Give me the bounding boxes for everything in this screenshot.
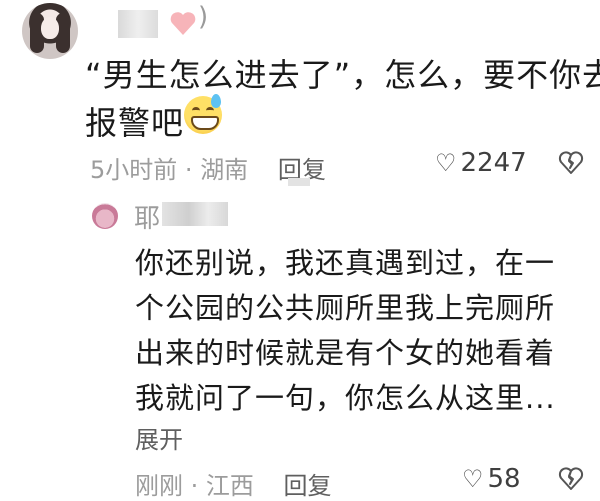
blurred-artifact bbox=[288, 178, 310, 186]
comment-time: 5小时前 bbox=[90, 156, 178, 184]
replier-name-blurred[interactable] bbox=[162, 202, 228, 226]
reply-time: 刚刚 bbox=[135, 472, 183, 500]
commenter-name-blurred[interactable] bbox=[118, 10, 158, 38]
broken-heart-icon[interactable] bbox=[558, 150, 584, 176]
commenter-avatar[interactable] bbox=[22, 3, 78, 59]
pink-heart-icon bbox=[168, 8, 198, 38]
heart-outline-icon: ♡ bbox=[462, 465, 484, 493]
broken-heart-icon[interactable] bbox=[558, 466, 584, 492]
replier-name[interactable]: 耶 bbox=[134, 198, 160, 235]
reply-text-line: 你还别说，我还真遇到过，在一 bbox=[135, 246, 556, 280]
grinning-sweat-emoji-icon bbox=[184, 94, 222, 134]
expand-button[interactable]: 展开 bbox=[135, 420, 183, 455]
like-count: 2247 bbox=[460, 148, 527, 178]
reply-location: 江西 bbox=[205, 472, 254, 500]
reply-meta: 刚刚 · 江西 回复 bbox=[135, 472, 332, 500]
reply-text-line: 我就问了一句，你怎么从这里... bbox=[135, 381, 556, 415]
like-button[interactable]: ♡ 2247 bbox=[435, 148, 527, 178]
heart-outline-icon: ♡ bbox=[435, 149, 457, 177]
badge-paren: ) bbox=[198, 2, 209, 32]
reply-text-line: 出来的时候就是有个女的她看着 bbox=[135, 336, 556, 370]
comment-text-line: “男生怎么进去了”，怎么，要不你去 bbox=[85, 56, 600, 94]
replier-avatar[interactable] bbox=[92, 203, 118, 229]
reply-text-line: 个公园的公共厕所里我上完厕所 bbox=[135, 291, 556, 325]
comment-location: 湖南 bbox=[200, 156, 249, 184]
reply-button[interactable]: 回复 bbox=[284, 472, 332, 500]
comment-text-line: 报警吧 bbox=[85, 104, 185, 142]
